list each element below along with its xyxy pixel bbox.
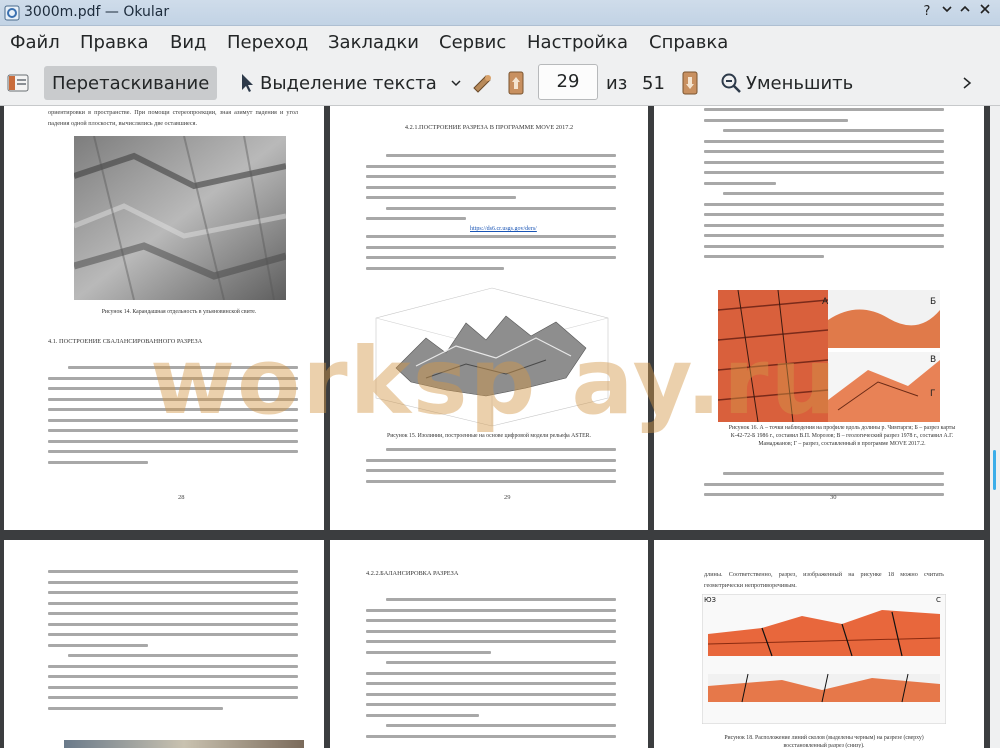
page-28-number: 28 <box>178 494 185 501</box>
maximize-button[interactable] <box>956 3 974 21</box>
menu-settings[interactable]: Настройка <box>527 32 628 53</box>
sidebar-icon <box>7 74 29 92</box>
menu-go[interactable]: Переход <box>227 32 308 53</box>
figure-label-b: Б <box>930 297 936 307</box>
page-up-icon <box>508 71 524 95</box>
sidebar-toggle-button[interactable] <box>6 66 30 100</box>
menu-tools[interactable]: Сервис <box>439 32 506 53</box>
help-button[interactable]: ? <box>918 3 936 21</box>
document-viewport[interactable]: ориентировки в пространстве. При помощи … <box>0 106 990 748</box>
page-total-label: 51 <box>642 72 665 94</box>
page-32-body-text <box>366 598 616 745</box>
select-mode-dropdown[interactable] <box>450 66 462 100</box>
vertical-scrollbar[interactable] <box>990 106 1000 748</box>
page-31-body-text <box>48 570 298 717</box>
menu-help[interactable]: Справка <box>649 32 728 53</box>
balanced-section-figure: ЮЗ С <box>702 594 946 724</box>
menu-bookmarks[interactable]: Закладки <box>328 32 419 53</box>
page-30-body-text-2 <box>704 472 944 504</box>
text-select-label: Выделение текста <box>260 72 437 94</box>
toolbar-overflow-button[interactable] <box>960 66 974 100</box>
page-down-icon <box>682 71 698 95</box>
chevron-right-icon <box>963 77 972 89</box>
chevron-down-icon <box>451 80 461 87</box>
menu-bar: Файл Правка Вид Переход Закладки Сервис … <box>0 26 1000 60</box>
maximize-icon <box>960 5 970 12</box>
title-bar: 3000m.pdf — Okular ? <box>0 0 1000 26</box>
cursor-icon <box>242 74 253 92</box>
previous-page-button[interactable] <box>470 66 496 100</box>
page-30-body-text-1 <box>704 108 944 266</box>
photo-rock-fracture <box>74 136 286 300</box>
page-number-input[interactable]: 29 <box>538 64 598 100</box>
page-29: 4.2.1.ПОСТРОЕНИЕ РАЗРЕЗА В ПРОГРАММЕ MOV… <box>330 106 648 530</box>
aster-link[interactable]: https://ds6.cr.usgs.gov/ders/ <box>470 226 537 232</box>
text-select-button[interactable]: Выделение текста <box>238 66 437 100</box>
page-28: ориентировки в пространстве. При помощи … <box>4 106 324 530</box>
page-29-number: 29 <box>504 494 511 501</box>
hand-pointer-icon <box>473 75 491 93</box>
page-28-top-text: ориентировки в пространстве. При помощи … <box>48 109 298 127</box>
next-page-button[interactable] <box>680 66 700 100</box>
figure-label-g: Г <box>930 389 936 399</box>
page-33-top-text: длины. Соответственно, разрез, изображен… <box>704 571 944 589</box>
section-label-north: С <box>936 596 941 604</box>
section-4-1-heading: 4.1. ПОСТРОЕНИЕ СБАЛАНСИРОВАННОГО РАЗРЕЗ… <box>48 338 203 345</box>
geologic-section-figure: А Б В Г <box>718 290 940 422</box>
figure-label-a: А <box>822 297 829 307</box>
menu-view[interactable]: Вид <box>170 32 207 53</box>
window-title: 3000m.pdf — Okular <box>24 4 170 20</box>
minimize-button[interactable] <box>938 3 956 21</box>
dem-3d-surface <box>375 287 609 427</box>
menu-file[interactable]: Файл <box>10 32 60 53</box>
figure-18-caption: Рисунок 18. Расположение линий сколов (в… <box>724 735 924 748</box>
minimize-icon <box>942 6 952 13</box>
photo-preview <box>64 740 304 748</box>
close-icon <box>980 4 990 14</box>
okular-app-icon <box>4 5 20 21</box>
page-30-number: 30 <box>830 494 837 501</box>
scrollbar-thumb[interactable] <box>993 450 996 490</box>
zoom-out-icon <box>721 73 741 93</box>
page-of-label: из <box>606 72 628 94</box>
section-label-sw: ЮЗ <box>704 596 717 604</box>
page-31 <box>4 540 324 748</box>
page-30: А Б В Г Рисунок 16. А – точки наблюдения… <box>654 106 984 530</box>
figure-14-caption: Рисунок 14. Карандашная отдельность в ул… <box>101 309 257 315</box>
close-button[interactable] <box>976 3 994 21</box>
page-33: длины. Соответственно, разрез, изображен… <box>654 540 984 748</box>
page-29-body-text-2 <box>366 448 616 490</box>
first-page-button[interactable] <box>506 66 526 100</box>
figure-label-c: В <box>930 355 936 365</box>
browse-mode-button[interactable]: Перетаскивание <box>44 66 218 100</box>
page-29-body-text-1: https://ds6.cr.usgs.gov/ders/ <box>366 154 616 277</box>
section-4-2-1-heading: 4.2.1.ПОСТРОЕНИЕ РАЗРЕЗА В ПРОГРАММЕ MOV… <box>404 124 574 131</box>
figure-16-caption: Рисунок 16. А – точки наблюдения на проф… <box>728 425 956 447</box>
section-4-2-2-heading: 4.2.2.БАЛАНСИРОВКА РАЗРЕЗА <box>366 570 459 577</box>
zoom-out-button[interactable]: Уменьшить <box>720 66 853 100</box>
page-28-body-text <box>48 366 298 471</box>
page-32: 4.2.2.БАЛАНСИРОВКА РАЗРЕЗА <box>330 540 648 748</box>
main-toolbar: Перетаскивание Выделение текста из 51 Ум… <box>0 60 1000 106</box>
menu-edit[interactable]: Правка <box>80 32 149 53</box>
figure-15-caption: Рисунок 15. Изолинии, построенные на осн… <box>386 433 591 439</box>
zoom-out-label: Уменьшить <box>746 72 854 94</box>
